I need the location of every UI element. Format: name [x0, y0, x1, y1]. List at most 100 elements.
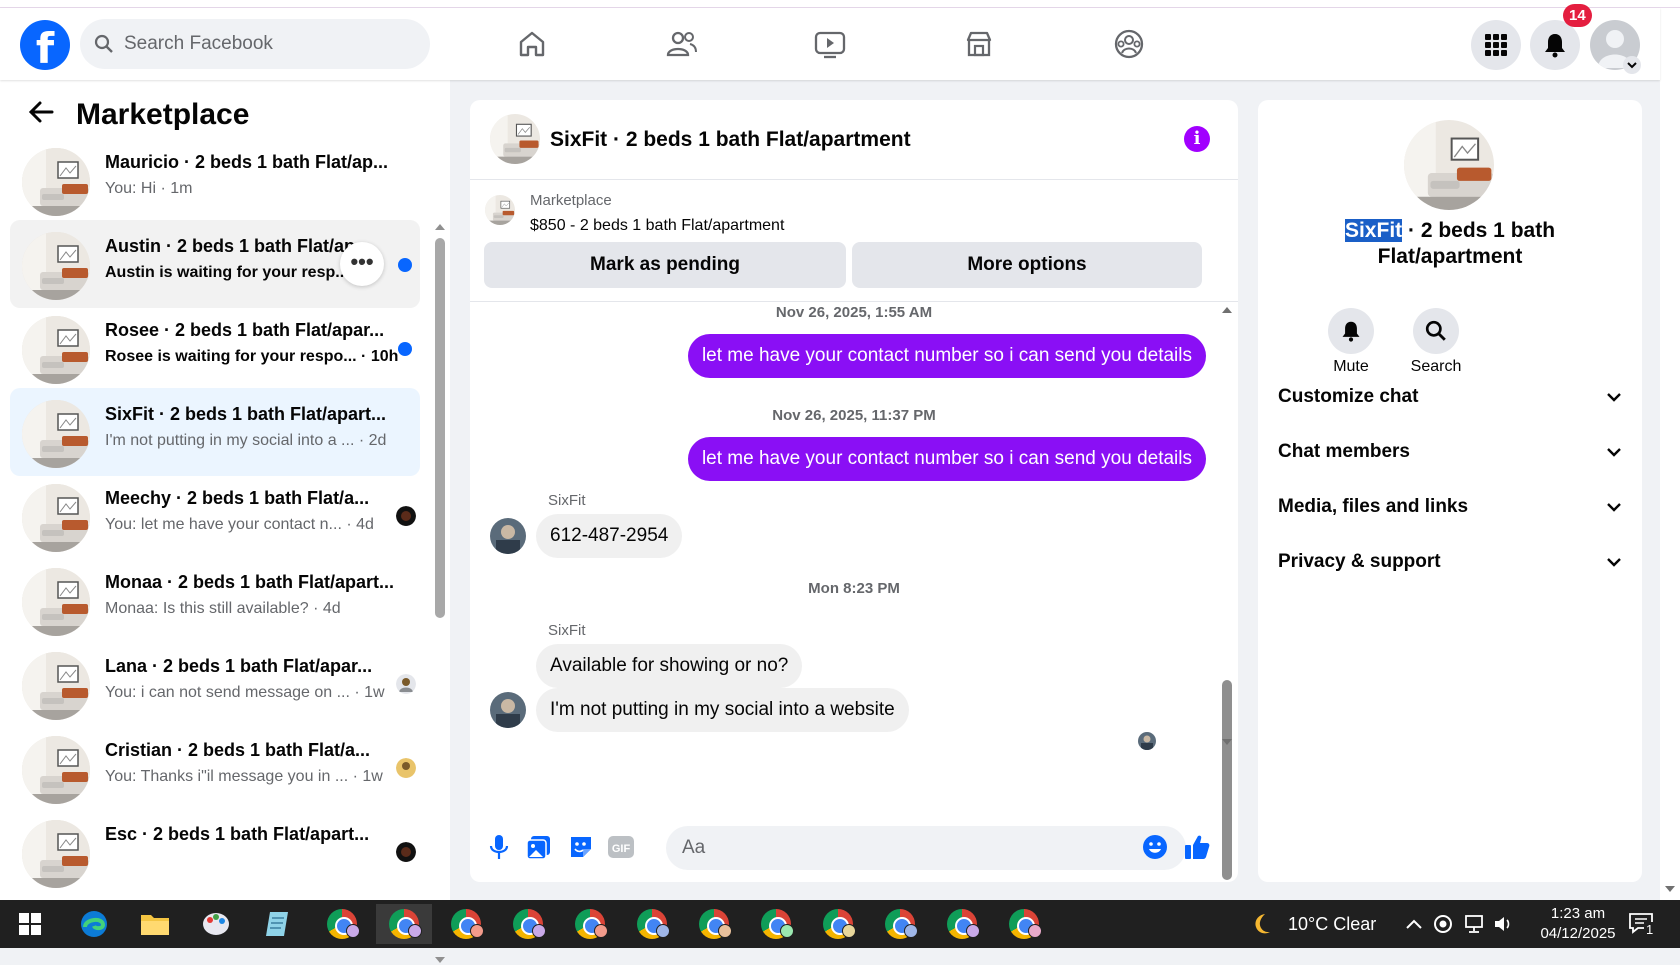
details-title-rest: · 2 beds 1 bath Flat/apartment: [1377, 219, 1556, 268]
conversation-item[interactable]: Esc · 2 beds 1 bath Flat/apart...: [10, 808, 420, 896]
notification-center-icon[interactable]: 1: [1628, 900, 1656, 948]
video-icon[interactable]: [800, 22, 860, 66]
conversation-name: Monaa · 2 beds 1 bath Flat/apart...: [105, 572, 395, 592]
gif-icon[interactable]: GIF: [606, 832, 636, 862]
home-icon[interactable]: [502, 22, 562, 66]
conversation-item[interactable]: Meechy · 2 beds 1 bath Flat/a... You: let…: [10, 472, 420, 560]
microphone-icon[interactable]: [484, 832, 514, 862]
network-icon[interactable]: [1463, 914, 1485, 934]
panel-header: Marketplace: [28, 98, 249, 132]
message-sender-name: SixFit: [548, 492, 586, 509]
chrome-window-icon[interactable]: [686, 904, 742, 944]
listing-summary: Marketplace $850 - 2 beds 1 bath Flat/ap…: [470, 180, 1238, 302]
listing-small-thumbnail[interactable]: [485, 195, 515, 225]
chrome-window-icon[interactable]: [562, 904, 618, 944]
chrome-window-icon[interactable]: [314, 904, 370, 944]
conversation-item[interactable]: Rosee · 2 beds 1 bath Flat/apar... Rosee …: [10, 304, 420, 392]
conversation-more-button[interactable]: •••: [340, 242, 384, 286]
chrome-window-icon[interactable]: [500, 904, 556, 944]
location-icon[interactable]: [1433, 914, 1453, 934]
conversation-list-panel: Marketplace Mauricio · 2 beds 1 bath Fla…: [0, 80, 450, 963]
edge-browser-icon[interactable]: [66, 904, 122, 944]
details-section-label: Privacy & support: [1278, 551, 1441, 572]
paint-app-icon[interactable]: [188, 904, 244, 944]
conversation-item[interactable]: SixFit · 2 beds 1 bath Flat/apart... I'm …: [10, 388, 420, 476]
page-scrollbar[interactable]: [1660, 8, 1680, 900]
sender-avatar[interactable]: [490, 692, 526, 728]
system-tray-icons[interactable]: [1405, 900, 1515, 948]
like-thumb-icon[interactable]: [1182, 832, 1212, 862]
chrome-window-icon[interactable]: [810, 904, 866, 944]
search-box[interactable]: [80, 19, 430, 69]
listing-thumbnail[interactable]: [490, 114, 540, 164]
facebook-logo-icon[interactable]: f: [20, 20, 70, 70]
windows-start-icon[interactable]: [2, 904, 58, 944]
groups-icon[interactable]: [1099, 22, 1159, 66]
mark-as-pending-button[interactable]: Mark as pending: [484, 242, 846, 288]
conversation-thumbnail: [22, 652, 90, 720]
menu-grid-icon[interactable]: [1471, 20, 1521, 70]
incoming-message[interactable]: I'm not putting in my social into a webs…: [536, 688, 909, 732]
notepad-app-icon[interactable]: [249, 904, 305, 944]
chat-title[interactable]: SixFit · 2 beds 1 bath Flat/apartment: [550, 128, 911, 152]
conversation-item[interactable]: Cristian · 2 beds 1 bath Flat/a... You: T…: [10, 724, 420, 812]
friends-icon[interactable]: [651, 22, 711, 66]
mute-bell-icon[interactable]: [1328, 308, 1374, 354]
chrome-window-icon[interactable]: [376, 904, 432, 944]
account-chevron-icon[interactable]: [1623, 56, 1641, 74]
sender-avatar[interactable]: [490, 518, 526, 554]
listing-source: Marketplace: [530, 192, 612, 209]
more-options-button[interactable]: More options: [852, 242, 1202, 288]
conversation-thumbnail: [22, 820, 90, 888]
conversation-name: SixFit · 2 beds 1 bath Flat/apart...: [105, 404, 387, 424]
seen-avatar: [396, 506, 416, 526]
file-explorer-icon[interactable]: [127, 904, 183, 944]
windows-taskbar: 10°C Clear 1:23 am 04/12/2025 1: [0, 900, 1680, 948]
sticker-icon[interactable]: [566, 832, 596, 862]
weather-widget[interactable]: 10°C Clear: [1248, 900, 1376, 948]
chrome-window-icon[interactable]: [438, 904, 494, 944]
emoji-icon[interactable]: [1140, 832, 1170, 862]
search-in-chat-icon[interactable]: [1413, 308, 1459, 354]
details-section-label: Chat members: [1278, 441, 1410, 462]
weather-text: 10°C Clear: [1288, 913, 1377, 934]
conversation-item[interactable]: Lana · 2 beds 1 bath Flat/apar... You: i …: [10, 640, 420, 728]
details-section[interactable]: Customize chat: [1278, 386, 1622, 408]
chevron-up-icon[interactable]: [1405, 917, 1423, 931]
incoming-message[interactable]: 612-487-2954: [536, 514, 683, 558]
conversation-item[interactable]: Monaa · 2 beds 1 bath Flat/apart... Monaa…: [10, 556, 420, 644]
listing-price[interactable]: $850 - 2 beds 1 bath Flat/apartment: [530, 217, 784, 235]
conversation-list-scrollbar[interactable]: [434, 160, 446, 963]
conversation-item[interactable]: Mauricio · 2 beds 1 bath Flat/ap... You: …: [10, 136, 420, 224]
notifications-bell-icon[interactable]: [1530, 20, 1580, 70]
incoming-message[interactable]: Available for showing or no?: [536, 644, 803, 688]
message-scrollbar[interactable]: [1220, 305, 1234, 880]
conversation-thumbnail: [22, 568, 90, 636]
details-title: SixFit · 2 beds 1 bath Flat/apartment: [1278, 218, 1622, 270]
chrome-window-icon[interactable]: [872, 904, 928, 944]
chrome-window-icon[interactable]: [996, 904, 1052, 944]
message-input[interactable]: [666, 826, 1186, 870]
clock[interactable]: 1:23 am 04/12/2025: [1528, 904, 1628, 944]
volume-icon[interactable]: [1493, 914, 1515, 934]
back-arrow-icon[interactable]: [28, 98, 54, 132]
message-timestamp: Nov 26, 2025, 1:55 AM: [775, 304, 933, 321]
conversation-preview: You: Hi · 1m: [105, 180, 193, 197]
details-section[interactable]: Chat members: [1278, 441, 1622, 463]
outgoing-message[interactable]: let me have your contact number so i can…: [687, 437, 1206, 481]
message-sender-name: SixFit: [548, 622, 586, 639]
conversation-item[interactable]: Austin · 2 beds 1 bath Flat/ap Austin is …: [10, 220, 420, 308]
search-input[interactable]: [124, 33, 404, 55]
details-section[interactable]: Privacy & support: [1278, 551, 1622, 573]
details-section-label: Media, files and links: [1278, 496, 1469, 517]
details-listing-thumbnail[interactable]: [1404, 120, 1494, 210]
page-title: Marketplace: [76, 98, 250, 131]
photo-icon[interactable]: [524, 832, 554, 862]
details-section[interactable]: Media, files and links: [1278, 496, 1622, 518]
chrome-window-icon[interactable]: [748, 904, 804, 944]
marketplace-icon[interactable]: [949, 22, 1009, 66]
outgoing-message[interactable]: let me have your contact number so i can…: [687, 334, 1206, 378]
chrome-window-icon[interactable]: [624, 904, 680, 944]
chrome-window-icon[interactable]: [934, 904, 990, 944]
info-icon[interactable]: i: [1184, 126, 1210, 152]
